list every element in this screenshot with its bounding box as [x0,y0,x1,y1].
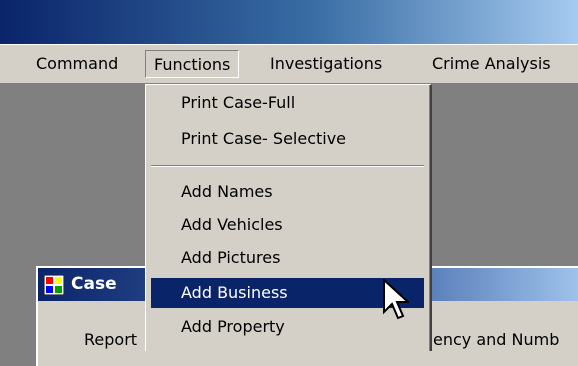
menu-crime-analysis[interactable]: Crime Analysis [424,50,559,78]
menu-item-print-case-full[interactable]: Print Case-Full [151,88,424,118]
menu-bar: Command Functions Investigations Crime A… [0,44,578,84]
grid-form-icon [44,275,64,295]
menu-command[interactable]: Command [28,50,126,78]
app-title-bar [0,0,578,44]
menu-functions[interactable]: Functions [145,50,240,78]
case-window-title: Case [71,274,117,294]
menu-item-add-pictures[interactable]: Add Pictures [151,243,424,273]
report-label: Report [84,330,138,349]
menu-item-add-names[interactable]: Add Names [151,177,424,207]
arrow-pointer-icon [383,279,409,320]
agency-number-label: ency and Numb [433,330,560,349]
menu-investigations[interactable]: Investigations [262,50,390,78]
menu-separator [151,165,424,167]
menu-item-add-vehicles[interactable]: Add Vehicles [151,210,424,240]
menu-item-print-case-selective[interactable]: Print Case- Selective [151,124,424,154]
